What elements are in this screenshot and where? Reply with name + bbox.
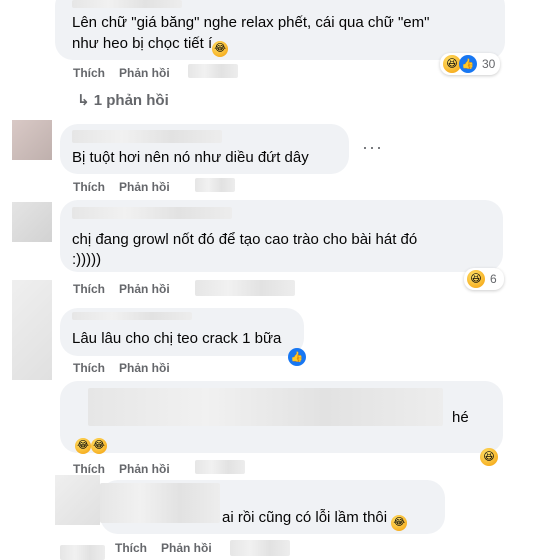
- reaction-count: 30: [482, 57, 496, 71]
- comment-actions: Thích Phản hồi: [73, 180, 184, 194]
- avatar[interactable]: [55, 475, 100, 525]
- laughing-emoji-icon: 😂: [391, 515, 408, 531]
- reply-button[interactable]: Phản hồi: [119, 180, 170, 194]
- redacted-block: [60, 545, 105, 560]
- commenter-name-redacted: [72, 312, 192, 320]
- comment-text-line: chị đang growl nốt đó để tạo cao trào ch…: [72, 231, 418, 248]
- like-button[interactable]: Thích: [73, 180, 105, 194]
- haha-reaction-icon: 😆: [467, 270, 485, 288]
- comment-text-redacted: [100, 483, 220, 523]
- reaction-count: 6: [490, 272, 497, 286]
- like-button[interactable]: Thích: [73, 361, 105, 375]
- timestamp-redacted: [195, 280, 295, 296]
- reply-button[interactable]: Phản hồi: [119, 361, 170, 375]
- timestamp-redacted: [195, 178, 235, 192]
- laughing-emoji-icon: 😂: [91, 438, 107, 454]
- comment-text-tail: hé: [452, 409, 469, 426]
- laughing-emoji-icon: 😂: [212, 41, 229, 57]
- emoji-row: 😂 😂: [75, 432, 107, 454]
- like-button[interactable]: Thích: [73, 462, 105, 476]
- comment-actions: Thích Phản hồi: [73, 361, 184, 375]
- commenter-name-redacted: [72, 207, 232, 219]
- timestamp-redacted: [195, 460, 245, 474]
- like-reaction-icon[interactable]: 👍: [288, 348, 306, 366]
- reply-button[interactable]: Phản hồi: [161, 541, 212, 555]
- reply-button[interactable]: Phản hồi: [119, 282, 170, 296]
- timestamp-redacted: [230, 540, 290, 556]
- comment-actions: Thích Phản hồi: [73, 462, 184, 476]
- like-reaction-icon: 👍: [459, 55, 477, 73]
- like-button[interactable]: Thích: [73, 66, 105, 80]
- comment-actions: Thích Phản hồi: [73, 66, 184, 80]
- avatar[interactable]: [12, 120, 52, 160]
- avatar[interactable]: [12, 202, 52, 242]
- reply-button[interactable]: Phản hồi: [119, 462, 170, 476]
- comment-text-tail: ai rồi cũng có lỗi lầm thôi 😂: [222, 508, 408, 531]
- like-button[interactable]: Thích: [73, 282, 105, 296]
- haha-reaction-icon[interactable]: 😆: [480, 448, 498, 466]
- commenter-name-redacted: [72, 130, 222, 143]
- view-replies-link[interactable]: ↳ 1 phản hồi: [77, 91, 169, 109]
- comment-text: Lâu lâu cho chị teo crack 1 bữa: [72, 330, 282, 347]
- comment-text-line: Lên chữ "giá băng" nghe relax phết, cái …: [72, 14, 430, 31]
- comment-actions: Thích Phản hồi: [115, 541, 226, 555]
- like-button[interactable]: Thích: [115, 541, 147, 555]
- comment-text-redacted: [88, 388, 443, 426]
- comment-text-line: như heo bị chọc tiết í 😂: [72, 34, 229, 57]
- reply-arrow-icon: ↳: [77, 92, 90, 109]
- avatar[interactable]: [12, 280, 52, 380]
- comment-text: Bị tuột hơi nên nó như diều đứt dây: [72, 149, 309, 166]
- laughing-emoji-icon: 😂: [75, 438, 91, 454]
- comment-actions: Thích Phản hồi: [73, 282, 184, 296]
- reply-button[interactable]: Phản hồi: [119, 66, 170, 80]
- comment-text-line: :))))): [72, 251, 102, 268]
- timestamp-redacted: [188, 64, 238, 78]
- more-options-icon[interactable]: ···: [362, 137, 383, 158]
- commenter-name-redacted: [72, 0, 182, 8]
